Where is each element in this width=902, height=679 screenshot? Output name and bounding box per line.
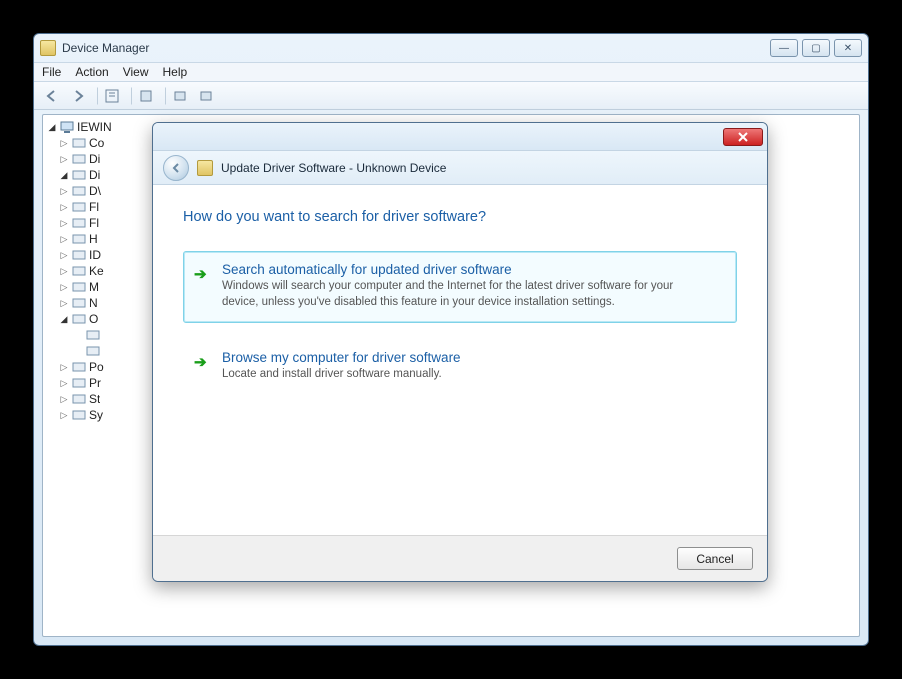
device-category-icon: [71, 200, 87, 214]
device-category-icon: [71, 184, 87, 198]
forward-button[interactable]: [66, 85, 90, 107]
device-category-icon: [71, 392, 87, 406]
device-category-icon: [71, 152, 87, 166]
minimize-button[interactable]: —: [770, 39, 798, 57]
toolbar-button[interactable]: [134, 85, 158, 107]
tree-label: Pr: [89, 375, 101, 391]
option-title: Browse my computer for driver software: [222, 350, 461, 365]
tree-label: Ke: [89, 263, 104, 279]
menubar: File Action View Help: [34, 62, 868, 82]
device-icon: [197, 160, 213, 176]
menu-file[interactable]: File: [42, 65, 61, 79]
toolbar-button[interactable]: [100, 85, 124, 107]
tree-label: H: [89, 231, 98, 247]
toolbar-separator: [92, 87, 98, 105]
cancel-button[interactable]: Cancel: [677, 547, 753, 570]
back-button[interactable]: [40, 85, 64, 107]
device-category-icon: [71, 280, 87, 294]
app-icon: [40, 40, 56, 56]
device-icon: [85, 344, 101, 358]
arrow-right-icon: ➔: [194, 350, 212, 383]
back-button[interactable]: [163, 155, 189, 181]
device-category-icon: [71, 296, 87, 310]
device-category-icon: [71, 264, 87, 278]
device-category-icon: [71, 136, 87, 150]
device-category-icon: [71, 232, 87, 246]
device-category-icon: [71, 216, 87, 230]
toolbar-button[interactable]: [194, 85, 218, 107]
wizard-titlebar[interactable]: [153, 123, 767, 151]
device-category-icon: [71, 312, 87, 326]
close-button[interactable]: ✕: [834, 39, 862, 57]
close-button[interactable]: [723, 128, 763, 146]
wizard-footer: Cancel: [153, 535, 767, 581]
menu-action[interactable]: Action: [75, 65, 108, 79]
tree-label: D\: [89, 183, 101, 199]
option-browse-computer[interactable]: ➔ Browse my computer for driver software…: [183, 339, 737, 396]
tree-label: O: [89, 311, 98, 327]
tree-label: Fl: [89, 215, 99, 231]
device-category-icon: [71, 408, 87, 422]
tree-label: IEWIN: [77, 119, 112, 135]
device-category-icon: [71, 168, 87, 182]
tree-label: Di: [89, 151, 100, 167]
window-title: Device Manager: [62, 41, 764, 55]
tree-label: ID: [89, 247, 101, 263]
wizard-title: Update Driver Software - Unknown Device: [221, 161, 446, 175]
arrow-right-icon: ➔: [194, 262, 212, 310]
tree-label: Sy: [89, 407, 103, 423]
menu-view[interactable]: View: [123, 65, 149, 79]
computer-icon: [59, 120, 75, 134]
option-description: Locate and install driver software manua…: [222, 367, 461, 383]
device-icon: [85, 328, 101, 342]
toolbar-separator: [126, 87, 132, 105]
tree-label: Co: [89, 135, 104, 151]
update-driver-wizard: Update Driver Software - Unknown Device …: [152, 122, 768, 582]
toolbar-button[interactable]: [168, 85, 192, 107]
tree-label: Fl: [89, 199, 99, 215]
wizard-body: How do you want to search for driver sof…: [153, 185, 767, 535]
tree-label: N: [89, 295, 98, 311]
device-category-icon: [71, 360, 87, 374]
wizard-heading: How do you want to search for driver sof…: [183, 209, 737, 225]
option-title: Search automatically for updated driver …: [222, 262, 682, 277]
maximize-button[interactable]: ▢: [802, 39, 830, 57]
titlebar[interactable]: Device Manager — ▢ ✕: [34, 34, 868, 62]
tree-label: St: [89, 391, 100, 407]
device-category-icon: [71, 248, 87, 262]
tree-label: Di: [89, 167, 100, 183]
toolbar-separator: [160, 87, 166, 105]
option-description: Windows will search your computer and th…: [222, 279, 682, 310]
tree-label: M: [89, 279, 99, 295]
menu-help[interactable]: Help: [163, 65, 188, 79]
tree-label: Po: [89, 359, 104, 375]
wizard-header: Update Driver Software - Unknown Device: [153, 151, 767, 185]
device-category-icon: [71, 376, 87, 390]
toolbar: [34, 82, 868, 110]
option-search-automatically[interactable]: ➔ Search automatically for updated drive…: [183, 251, 737, 323]
